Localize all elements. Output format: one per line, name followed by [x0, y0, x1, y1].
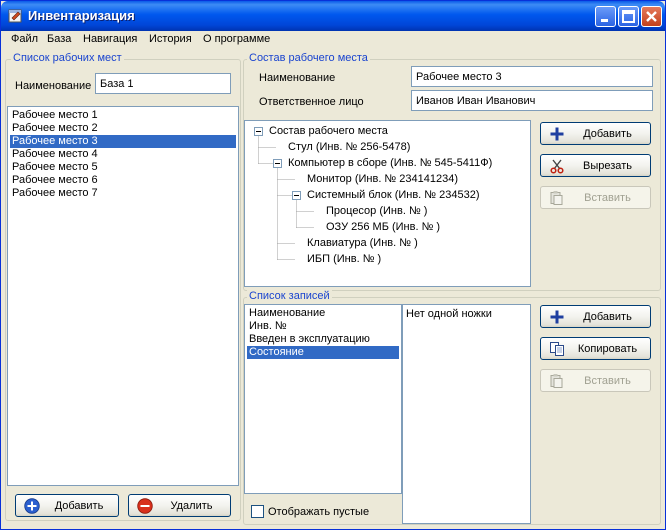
record-field-item[interactable]: Введен в эксплуатацию	[247, 333, 399, 346]
close-button[interactable]	[641, 6, 662, 27]
maximize-button[interactable]	[618, 6, 639, 27]
add-record-label: Добавить	[583, 311, 632, 323]
composition-caption: Состав рабочего места	[247, 52, 370, 65]
cut-component-label: Вырезать	[583, 160, 632, 172]
scissors-icon	[550, 159, 564, 174]
paste-icon	[550, 374, 563, 388]
minimize-button[interactable]	[595, 6, 616, 27]
workplace-list-item[interactable]: Рабочее место 4	[10, 148, 236, 161]
menu-database[interactable]: База	[47, 33, 71, 45]
show-empty-checkbox[interactable]	[251, 505, 264, 518]
record-fields-list[interactable]: Наименование Инв. № Введен в эксплуатацию С…	[244, 304, 402, 494]
menu-bar: Файл База Навигация История О программе	[1, 31, 665, 50]
composition-tree[interactable]: Состав рабочего места Стул (Инв. № 256-54…	[244, 120, 531, 287]
delete-workplace-label: Удалить	[170, 500, 213, 512]
workplace-list-item[interactable]: Рабочее место 3	[10, 135, 236, 148]
paste-record-label: Вставить	[584, 375, 631, 387]
main-window: Инвентаризация Файл База Навигация Истор…	[0, 0, 666, 530]
responsible-person-label: Ответственное лицо	[259, 96, 364, 108]
tree-node[interactable]: Монитор (Инв. № 234141234)	[307, 172, 458, 186]
tree-node[interactable]: Стул (Инв. № 256-5478)	[288, 140, 410, 154]
delete-workplace-button[interactable]: Удалить	[128, 494, 231, 517]
record-value-box[interactable]: Нет одной ножки	[402, 304, 531, 524]
workplace-name-input[interactable]	[411, 66, 653, 87]
workplace-list-item[interactable]: Рабочее место 2	[10, 122, 236, 135]
workplace-list-item[interactable]: Рабочее место 6	[10, 174, 236, 187]
add-workplace-label: Добавить	[54, 500, 104, 512]
tree-node[interactable]: ИБП (Инв. № )	[307, 252, 381, 266]
paste-component-button[interactable]: Вставить	[540, 186, 651, 209]
responsible-person-input[interactable]	[411, 90, 653, 111]
menu-file[interactable]: Файл	[11, 33, 38, 45]
tree-node[interactable]: Состав рабочего места	[269, 124, 388, 138]
tree-node[interactable]: Клавиатура (Инв. № )	[307, 236, 418, 250]
workplace-name-label: Наименование	[259, 72, 336, 84]
minimize-icon	[601, 19, 608, 22]
workplace-list-item[interactable]: Рабочее место 7	[10, 187, 236, 200]
close-icon	[646, 11, 657, 22]
record-field-item[interactable]: Состояние	[247, 346, 399, 359]
paste-record-button[interactable]: Вставить	[540, 369, 651, 392]
window-title: Инвентаризация	[28, 8, 135, 23]
menu-history[interactable]: История	[149, 33, 192, 45]
record-value-text: Нет одной ножки	[406, 308, 492, 320]
app-icon	[8, 9, 22, 23]
workplace-list-item[interactable]: Рабочее место 5	[10, 161, 236, 174]
workplaces-caption: Список рабочих мест	[11, 52, 124, 65]
add-circle-icon	[24, 498, 40, 514]
records-caption: Список записей	[247, 290, 332, 303]
workplace-list-item[interactable]: Рабочее место 1	[10, 109, 236, 122]
plus-icon	[550, 127, 564, 141]
tree-node[interactable]: ОЗУ 256 МБ (Инв. № )	[326, 220, 440, 234]
remove-circle-icon	[137, 498, 153, 514]
tree-node[interactable]: Системный блок (Инв. № 234532)	[307, 188, 480, 202]
show-empty-label: Отображать пустые	[268, 506, 370, 518]
add-component-button[interactable]: Добавить	[540, 122, 651, 145]
database-name-input[interactable]	[95, 73, 231, 94]
record-field-item[interactable]: Наименование	[247, 307, 399, 320]
paste-component-label: Вставить	[584, 192, 631, 204]
title-bar[interactable]: Инвентаризация	[1, 1, 665, 31]
menu-navigation[interactable]: Навигация	[83, 33, 137, 45]
copy-record-label: Копировать	[577, 343, 638, 355]
plus-icon	[550, 310, 564, 324]
paste-icon	[550, 191, 563, 205]
tree-node[interactable]: Компьютер в сборе (Инв. № 545-5411Ф)	[288, 156, 492, 170]
workplaces-list[interactable]: Рабочее место 1 Рабочее место 2 Рабочее ме…	[7, 106, 239, 486]
database-name-label: Наименование	[15, 80, 92, 92]
tree-node[interactable]: Процесор (Инв. № )	[326, 204, 427, 218]
copy-icon	[550, 342, 564, 356]
add-component-label: Добавить	[583, 128, 632, 140]
copy-record-button[interactable]: Копировать	[540, 337, 651, 360]
maximize-icon	[622, 10, 635, 23]
add-record-button[interactable]: Добавить	[540, 305, 651, 328]
record-field-item[interactable]: Инв. №	[247, 320, 399, 333]
menu-about[interactable]: О программе	[203, 33, 270, 45]
cut-component-button[interactable]: Вырезать	[540, 154, 651, 177]
add-workplace-button[interactable]: Добавить	[15, 494, 119, 517]
